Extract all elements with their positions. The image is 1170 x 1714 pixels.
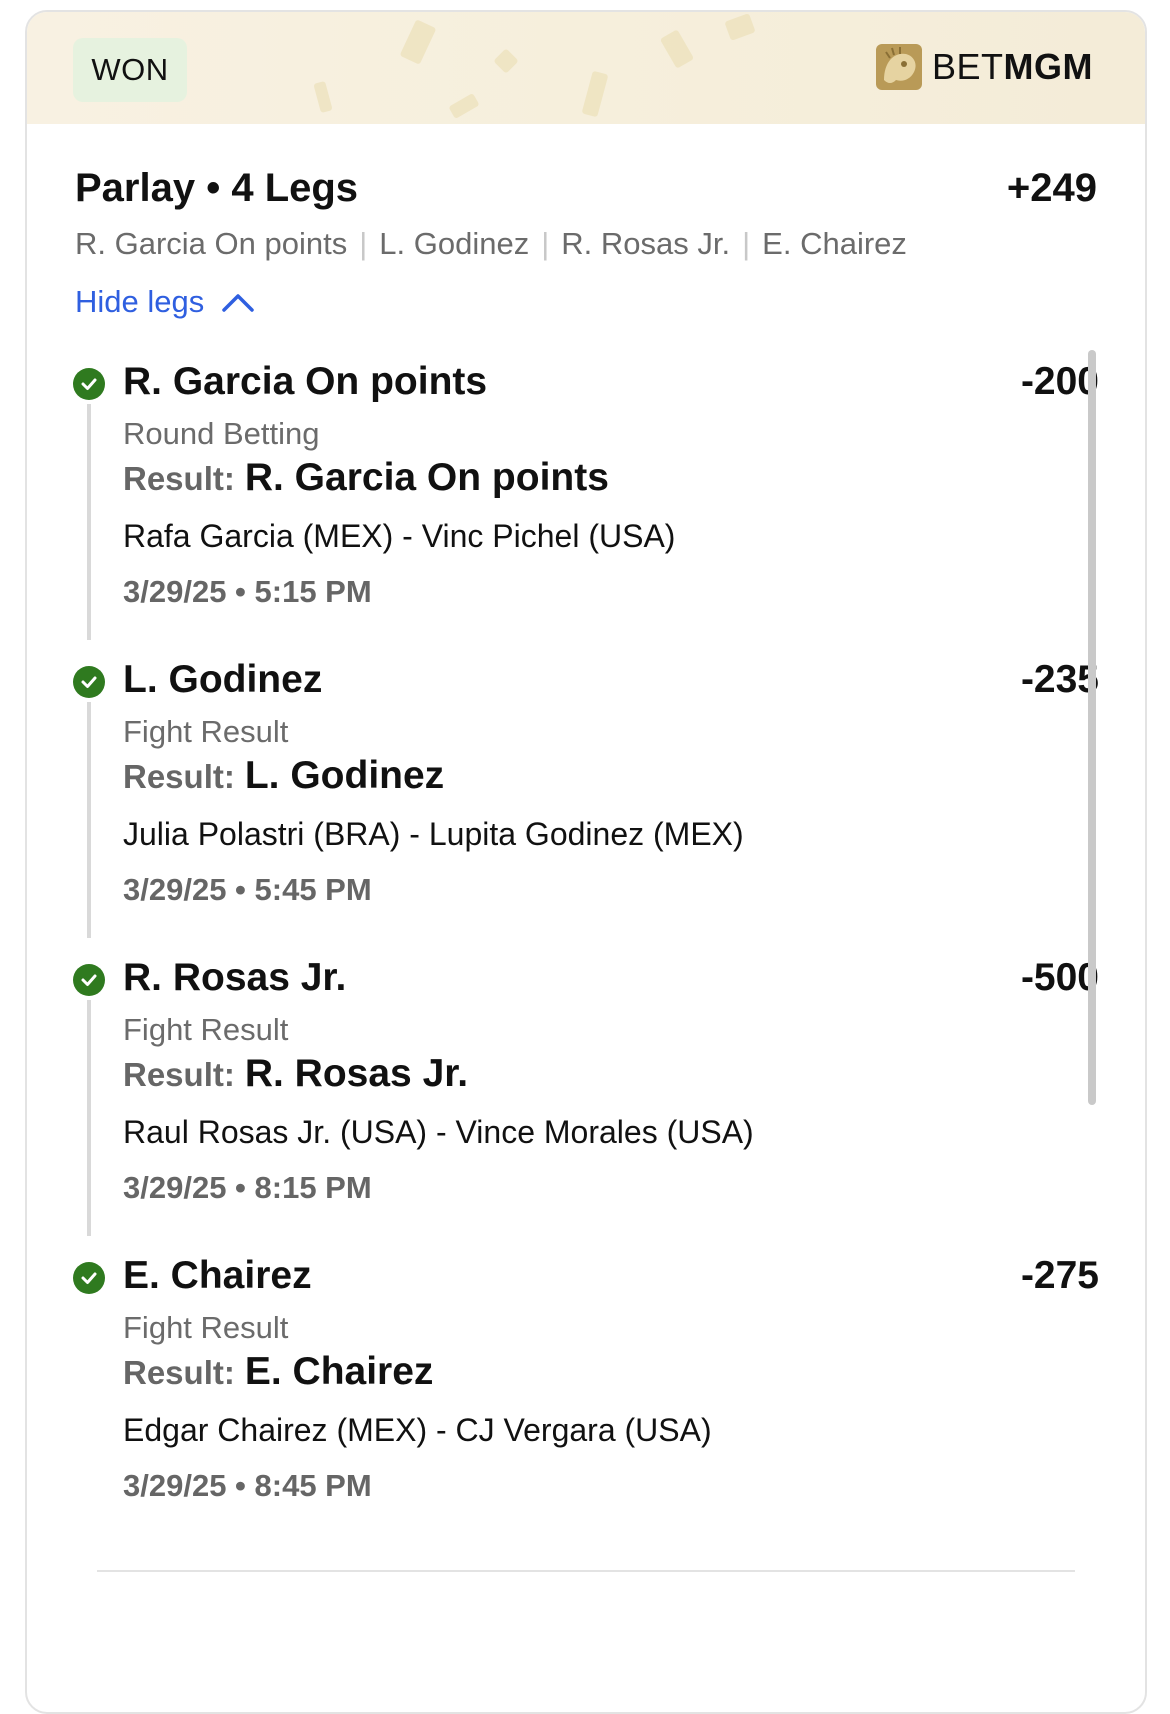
leg-result: Result: L. Godinez (123, 754, 444, 798)
bet-odds: +249 (1006, 166, 1097, 210)
separator: | (541, 226, 550, 261)
leg-result: Result: E. Chairez (123, 1350, 433, 1394)
timeline-line (87, 1000, 91, 1236)
result-label: Result: (123, 460, 235, 497)
leg-event: Edgar Chairez (MEX) - CJ Vergara (USA) (123, 1412, 712, 1448)
confetti-decoration (313, 80, 333, 114)
leg-name: R. Garcia On points (123, 360, 488, 403)
leg-summary-item: E. Chairez (762, 226, 907, 261)
check-circle-icon (73, 964, 105, 996)
status-badge: WON (73, 38, 187, 102)
leg-summary-item: R. Garcia On points (75, 226, 348, 261)
brand-name: BETMGM (932, 46, 1093, 88)
separator: | (359, 226, 368, 261)
leg-summary-item: R. Rosas Jr. (561, 226, 731, 261)
confetti-decoration (724, 13, 756, 41)
divider (97, 1570, 1075, 1572)
leg-market: Round Betting (123, 416, 320, 451)
leg-event: Julia Polastri (BRA) - Lupita Godinez (M… (123, 816, 744, 852)
confetti-decoration (493, 48, 519, 74)
confetti-decoration (659, 29, 695, 69)
leg-odds: -275 (1020, 1254, 1099, 1297)
leg-time: 3/29/25 • 8:15 PM (123, 1170, 372, 1205)
timeline-line (87, 404, 91, 640)
confetti-decoration (448, 92, 480, 120)
result-label: Result: (123, 1354, 235, 1391)
result-value: E. Chairez (244, 1350, 434, 1393)
card-header: WON BETMGM (27, 12, 1145, 124)
lion-logo-icon (876, 44, 922, 90)
bet-card: WON BETMGM Parlay • 4 Legs +249 R. Garci… (25, 10, 1147, 1714)
separator: | (742, 226, 751, 261)
brand-name-part1: BET (932, 46, 1004, 87)
leg-market: Fight Result (123, 1310, 289, 1345)
check-circle-icon (73, 666, 105, 698)
leg-name: R. Rosas Jr. (123, 956, 347, 999)
leg-market: Fight Result (123, 714, 289, 749)
leg-market: Fight Result (123, 1012, 289, 1047)
leg-name: L. Godinez (123, 658, 323, 701)
leg-result: Result: R. Garcia On points (123, 456, 609, 500)
result-label: Result: (123, 758, 235, 795)
leg-summary: R. Garcia On points | L. Godinez | R. Rosas … (75, 226, 907, 262)
brand-name-part2: MGM (1003, 46, 1093, 87)
hide-legs-label: Hide legs (75, 284, 205, 319)
result-value: R. Garcia On points (244, 456, 609, 499)
result-label: Result: (123, 1056, 235, 1093)
hide-legs-toggle[interactable]: Hide legs (75, 284, 256, 320)
chevron-up-icon (222, 294, 254, 312)
result-value: R. Rosas Jr. (244, 1052, 469, 1095)
brand-logo: BETMGM (874, 42, 1093, 92)
confetti-decoration (581, 70, 609, 118)
leg-result: Result: R. Rosas Jr. (123, 1052, 468, 1096)
result-value: L. Godinez (244, 754, 445, 797)
timeline-line (87, 702, 91, 938)
check-circle-icon (73, 1262, 105, 1294)
leg-time: 3/29/25 • 8:45 PM (123, 1468, 372, 1503)
leg-name: E. Chairez (123, 1254, 312, 1297)
confetti-decoration (399, 19, 437, 65)
bet-title: Parlay • 4 Legs (75, 166, 359, 210)
leg-event: Rafa Garcia (MEX) - Vinc Pichel (USA) (123, 518, 676, 554)
leg-time: 3/29/25 • 5:15 PM (123, 574, 372, 609)
scrollbar[interactable] (1088, 350, 1096, 1105)
leg-summary-item: L. Godinez (379, 226, 530, 261)
check-circle-icon (73, 368, 105, 400)
leg-event: Raul Rosas Jr. (USA) - Vince Morales (US… (123, 1114, 754, 1150)
leg-time: 3/29/25 • 5:45 PM (123, 872, 372, 907)
